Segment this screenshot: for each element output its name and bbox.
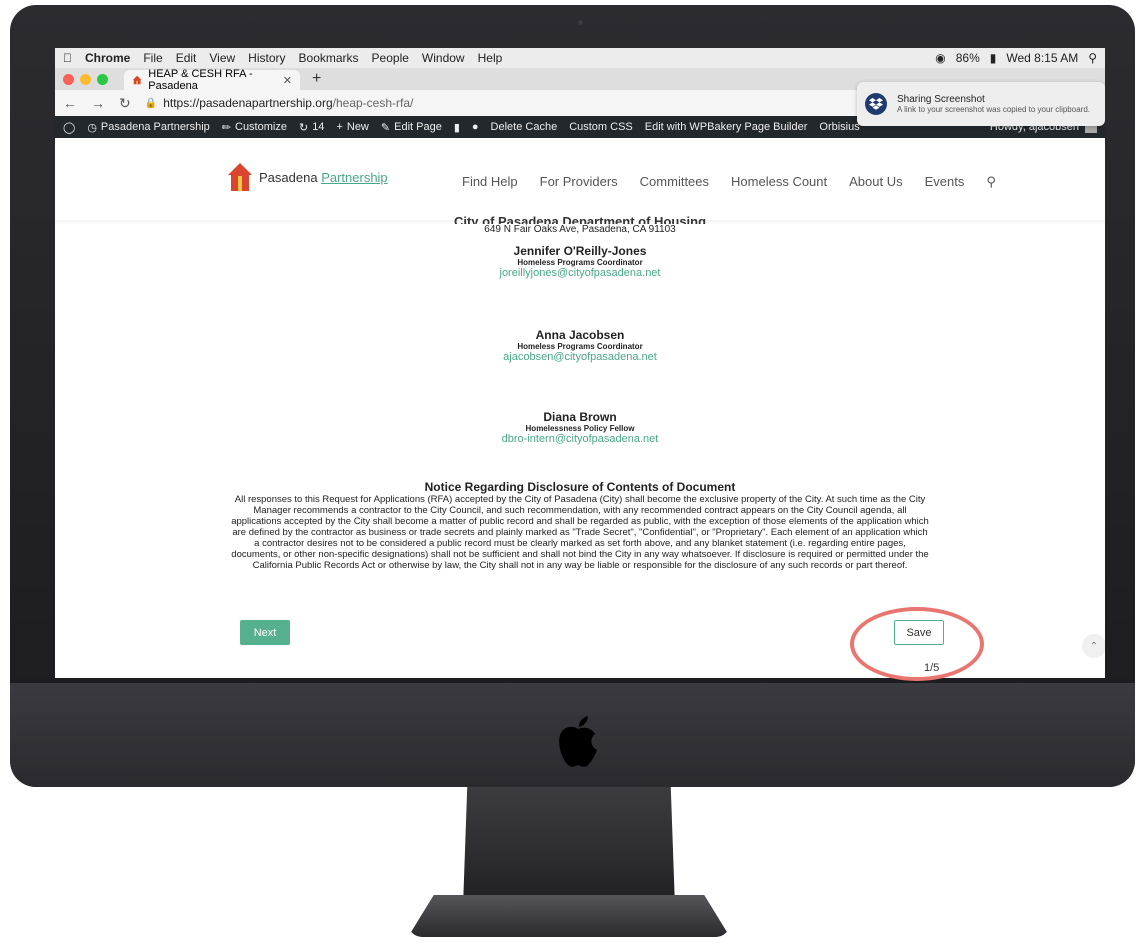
house-logo-icon: [228, 163, 252, 191]
search-icon[interactable]: ⚲: [1088, 51, 1097, 65]
menu-history[interactable]: History: [248, 51, 285, 65]
site-logo[interactable]: Pasadena Partnership: [227, 162, 388, 192]
logo-text-part1: Pasadena: [259, 169, 318, 185]
contact-name: Anna Jacobsen: [535, 328, 625, 342]
browser-tab[interactable]: HEAP & CESH RFA - Pasadena ✕: [124, 68, 300, 92]
contact-email-link[interactable]: ajacobsen@cityofpasadena.net: [55, 351, 1105, 363]
battery-icon[interactable]: ▮: [990, 51, 997, 65]
refresh-icon: ↻: [298, 121, 309, 134]
wp-wpbakery-link[interactable]: Edit with WPBakery Page Builder: [645, 121, 808, 133]
camera: [578, 20, 583, 25]
wp-customize-label: Customize: [235, 121, 287, 133]
dropbox-icon: [865, 93, 887, 115]
wp-updates-count: 14: [312, 121, 325, 133]
imac-stand-base: [408, 895, 730, 937]
reload-icon[interactable]: ↻: [119, 95, 131, 112]
apple-logo-icon: [559, 716, 597, 767]
status-dot-icon: ●: [471, 121, 479, 133]
scroll-top-button[interactable]: ⌃: [1082, 634, 1105, 658]
pencil-icon: ✎: [380, 121, 391, 134]
lock-icon: 🔒: [144, 97, 158, 109]
window-controls: [63, 73, 108, 85]
wp-updates-link[interactable]: ↻ 14: [299, 121, 324, 134]
menu-people[interactable]: People: [372, 51, 409, 65]
url-host: https://pasadenapartnership.org: [163, 96, 333, 110]
nav-about-us[interactable]: About Us: [849, 174, 902, 190]
next-button[interactable]: Next: [240, 620, 290, 645]
wp-orbisius-link[interactable]: Orbisius: [819, 121, 859, 133]
minimize-window-button[interactable]: [80, 73, 91, 85]
wp-new-label: New: [346, 121, 369, 133]
menu-bookmarks[interactable]: Bookmarks: [299, 51, 359, 65]
contact-title: Homelessness Policy Fellow: [525, 424, 635, 433]
department-heading: City of Pasadena Department of Housing: [453, 214, 707, 224]
tab-title: HEAP & CESH RFA - Pasadena: [148, 68, 253, 92]
wp-new-link[interactable]: + New: [336, 121, 368, 133]
menu-help[interactable]: Help: [478, 51, 503, 65]
menu-view[interactable]: View: [209, 51, 235, 65]
wp-site-label: Pasadena Partnership: [100, 121, 210, 133]
notification-body: A link to your screenshot was copied to …: [897, 104, 1090, 114]
back-arrow-icon[interactable]: ←: [63, 95, 77, 111]
close-window-button[interactable]: [63, 73, 74, 85]
site-header: Pasadena Partnership Find Help For Provi…: [55, 138, 1105, 220]
notice-body: All responses to this Request for Applic…: [231, 494, 929, 571]
dashboard-icon: ◷: [87, 121, 97, 134]
clock[interactable]: Wed 8:15 AM: [1006, 51, 1078, 65]
department-address: 649 N Fair Oaks Ave, Pasadena, CA 91103: [484, 224, 676, 235]
contact-card: Anna Jacobsen Homeless Programs Coordina…: [55, 328, 1105, 363]
nav-homeless-count[interactable]: Homeless Count: [731, 174, 827, 190]
menu-file[interactable]: File: [143, 51, 162, 65]
screen:  Chrome File Edit View History Bookmark…: [55, 48, 1105, 678]
notice-section: Notice Regarding Disclosure of Contents …: [55, 480, 1105, 571]
contact-name: Diana Brown: [543, 410, 617, 424]
brush-icon: ✏: [221, 121, 231, 134]
wp-customize-link[interactable]: ✏ Customize: [222, 121, 287, 134]
nav-find-help[interactable]: Find Help: [462, 174, 518, 190]
contact-name: Jennifer O'Reilly-Jones: [513, 244, 647, 258]
menu-edit[interactable]: Edit: [176, 51, 197, 65]
chevron-up-icon: ⌃: [1089, 640, 1099, 652]
wp-edit-page-label: Edit Page: [394, 121, 442, 133]
url-path: /heap-cesh-rfa/: [332, 96, 414, 110]
site-nav: Find Help For Providers Committees Homel…: [462, 174, 996, 190]
wordpress-logo-icon[interactable]: ◯: [63, 121, 75, 134]
wp-edit-page-link[interactable]: ✎ Edit Page: [381, 121, 442, 134]
contact-title: Homeless Programs Coordinator: [517, 258, 643, 267]
imac-stand: [463, 787, 675, 907]
annotation-circle: [850, 607, 984, 681]
apple-menu-icon[interactable]: : [63, 51, 72, 65]
battery-percent: 86%: [955, 51, 980, 65]
forward-arrow-icon[interactable]: →: [91, 95, 105, 111]
wp-delete-cache-link[interactable]: Delete Cache: [491, 121, 558, 133]
nav-committees[interactable]: Committees: [640, 174, 709, 190]
nav-events[interactable]: Events: [925, 174, 965, 190]
wp-site-link[interactable]: ◷ Pasadena Partnership: [87, 121, 209, 134]
contact-email-link[interactable]: joreillyjones@cityofpasadena.net: [55, 267, 1105, 279]
macos-menubar:  Chrome File Edit View History Bookmark…: [55, 48, 1105, 68]
url-field[interactable]: https://pasadenapartnership.org/heap-ces…: [163, 96, 413, 110]
contact-title: Homeless Programs Coordinator: [517, 342, 643, 351]
notification-title: Sharing Screenshot: [897, 93, 985, 105]
contact-card: Diana Brown Homelessness Policy Fellow d…: [55, 410, 1105, 445]
house-favicon-icon: [132, 75, 142, 85]
dropbox-notification[interactable]: Sharing Screenshot A link to your screen…: [857, 82, 1105, 126]
wp-custom-css-link[interactable]: Custom CSS: [569, 121, 633, 133]
notice-title: Notice Regarding Disclosure of Contents …: [424, 480, 736, 494]
nav-for-providers[interactable]: For Providers: [540, 174, 618, 190]
close-tab-icon[interactable]: ✕: [283, 74, 292, 87]
new-tab-icon[interactable]: +: [312, 70, 321, 88]
contact-email-link[interactable]: dbro-intern@cityofpasadena.net: [55, 433, 1105, 445]
yoast-icon[interactable]: ▮: [454, 121, 460, 134]
logo-text-part2: Partnership: [321, 169, 388, 185]
contact-card: Jennifer O'Reilly-Jones Homeless Program…: [55, 244, 1105, 279]
search-icon[interactable]: ⚲: [986, 174, 996, 190]
plus-icon: +: [336, 121, 343, 133]
menu-window[interactable]: Window: [422, 51, 465, 65]
wifi-icon[interactable]: ◉: [935, 51, 945, 65]
page-content: City of Pasadena Department of Housing 6…: [55, 214, 1105, 658]
zoom-window-button[interactable]: [97, 73, 108, 85]
menu-app-name[interactable]: Chrome: [85, 51, 130, 65]
